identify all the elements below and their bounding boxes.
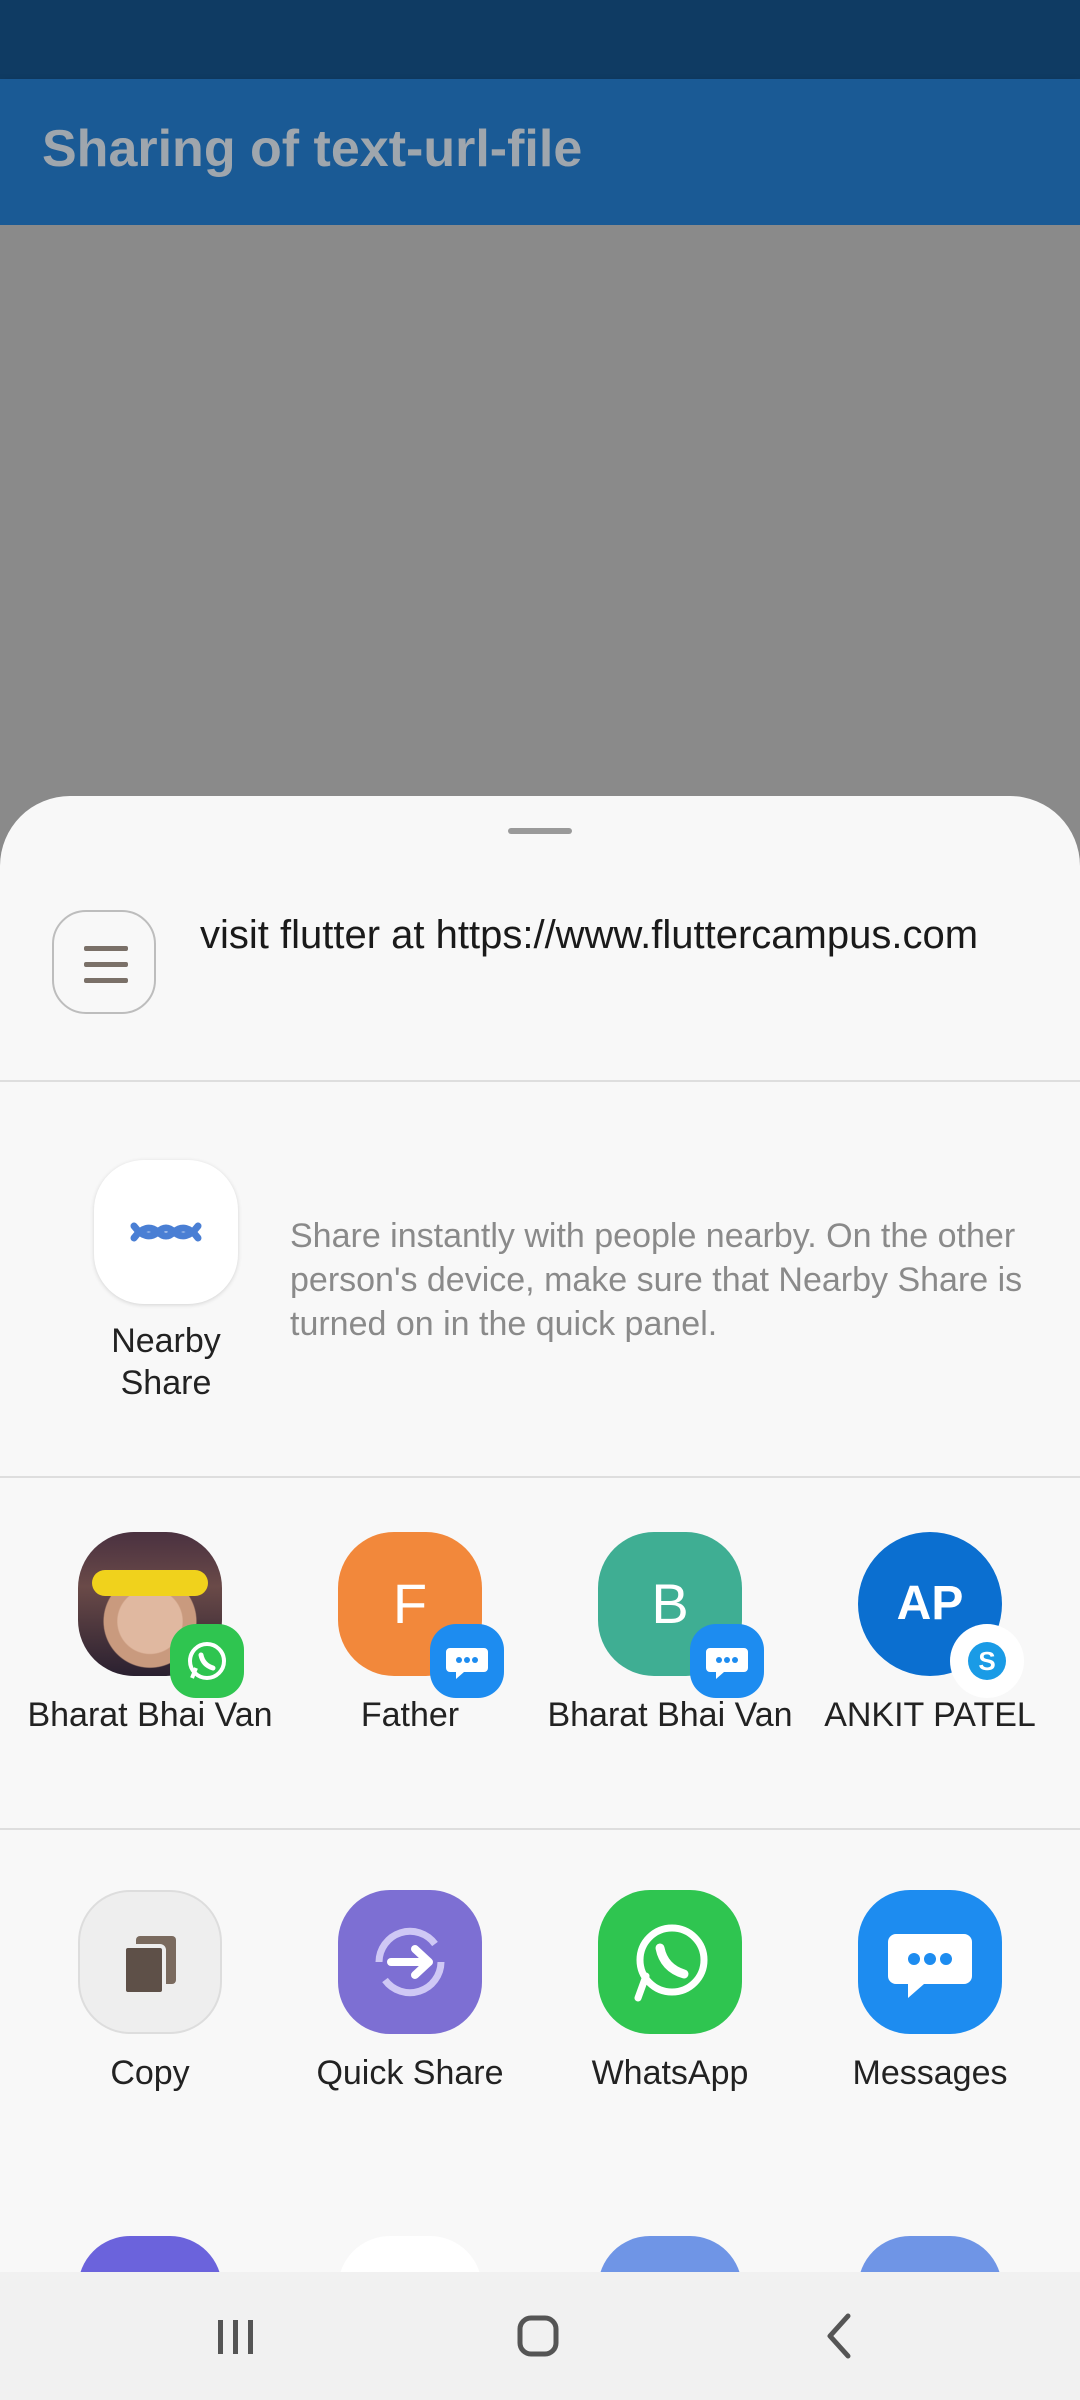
drag-handle[interactable]	[508, 828, 572, 834]
quick-share-icon	[338, 1890, 482, 2034]
direct-share-contact[interactable]: F Father	[280, 1532, 540, 1736]
nearby-share-description: Share instantly with people nearby. On t…	[290, 1217, 1023, 1343]
app-title: Sharing of text-url-file	[42, 120, 583, 178]
shared-content-text: visit flutter at https://www.fluttercamp…	[200, 913, 979, 957]
app-bar: Sharing of text-url-file	[0, 79, 1080, 225]
app-label: Copy	[110, 2054, 190, 2092]
app-target-quick-share[interactable]: Quick Share	[280, 1890, 540, 2094]
contact-name: Father	[360, 1696, 460, 1734]
copy-icon	[78, 1890, 222, 2034]
app-label: Quick Share	[316, 2054, 504, 2092]
app-label: WhatsApp	[591, 2054, 749, 2092]
back-icon[interactable]	[760, 2272, 920, 2400]
contact-name: Bharat Bhai Van	[547, 1696, 793, 1734]
status-bar	[0, 0, 1080, 79]
divider	[0, 1476, 1080, 1478]
app-target-messages[interactable]: Messages	[800, 1890, 1060, 2094]
divider	[0, 1080, 1080, 1082]
nearby-share-icon[interactable]	[94, 1160, 238, 1304]
direct-share-contact[interactable]: B Bharat Bhai Van	[540, 1532, 800, 1736]
app-target-whatsapp[interactable]: WhatsApp	[540, 1890, 800, 2094]
messages-icon	[858, 1890, 1002, 2034]
whatsapp-badge-icon	[170, 1624, 244, 1698]
contact-name: ANKIT PATEL	[824, 1696, 1036, 1734]
dim-overlay[interactable]	[0, 225, 1080, 795]
contact-name: Bharat Bhai Van	[27, 1696, 273, 1734]
app-label: Messages	[852, 2054, 1008, 2092]
recents-icon[interactable]	[156, 2272, 316, 2400]
home-icon[interactable]	[458, 2272, 618, 2400]
direct-share-contact[interactable]: Bharat Bhai Van	[20, 1532, 280, 1736]
direct-share-contact[interactable]: AP S ANKIT PATEL	[800, 1532, 1060, 1736]
messages-badge-icon	[430, 1624, 504, 1698]
divider	[0, 1828, 1080, 1830]
whatsapp-icon	[598, 1890, 742, 2034]
skype-badge-icon: S	[950, 1624, 1024, 1698]
document-lines-icon	[52, 910, 156, 1014]
svg-text:S: S	[978, 1646, 995, 1676]
navigation-bar	[0, 2272, 1080, 2400]
nearby-share-label[interactable]: Nearby Share	[66, 1320, 266, 1404]
app-target-copy[interactable]: Copy	[20, 1890, 280, 2094]
messages-badge-icon	[690, 1624, 764, 1698]
share-sheet: visit flutter at https://www.fluttercamp…	[0, 796, 1080, 2272]
